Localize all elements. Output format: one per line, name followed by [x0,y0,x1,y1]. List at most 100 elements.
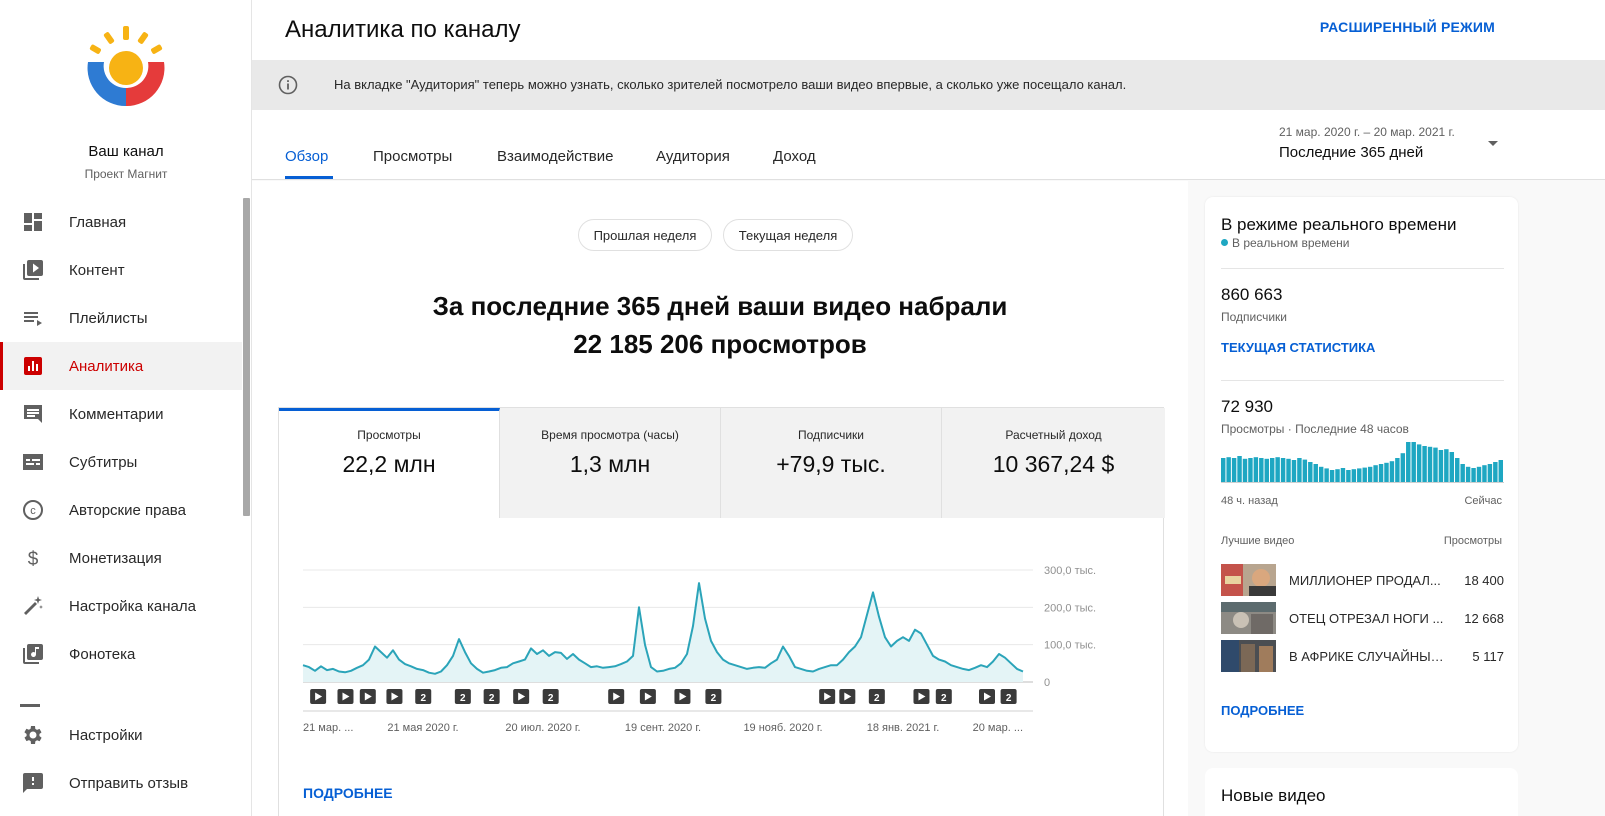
sidebar-item-comments[interactable]: Комментарии [0,390,242,438]
video-marker-stack[interactable]: 2 [542,689,559,704]
video-marker-play[interactable] [337,689,354,704]
metric-title: Расчетный доход [1005,428,1102,442]
more-button[interactable]: ПОДРОБНЕЕ [1221,703,1304,718]
realtime-bar [1280,458,1286,482]
realtime-bar [1324,468,1329,482]
sidebar-item-settings[interactable]: Настройки [0,711,242,759]
dashboard-icon [24,213,42,231]
metrics-card: Просмотры 22,2 млн Время просмотра (часы… [278,407,1165,816]
realtime-bar [1460,464,1465,482]
realtime-title: В режиме реального времени [1221,215,1457,234]
realtime-bar [1449,452,1455,482]
tab-engagement[interactable]: Взаимодействие [497,148,613,165]
sidebar-item-label: Комментарии [69,405,164,423]
sidebar-item-playlists[interactable]: Плейлисты [0,294,242,342]
video-marker-stack[interactable]: 2 [415,689,432,704]
realtime-views-label: Просмотры · Последние 48 часов [1221,422,1409,436]
video-marker-play[interactable] [913,689,930,704]
video-marker-play[interactable] [608,689,625,704]
metric-value: +79,9 тыс. [776,451,886,477]
video-marker-stack[interactable]: 2 [1000,689,1017,704]
video-marker-stack[interactable]: 2 [935,689,952,704]
realtime-bar [1367,466,1373,482]
metric-views[interactable]: Просмотры 22,2 млн [279,408,500,518]
video-marker-stack[interactable]: 2 [705,689,722,704]
tab-views[interactable]: Просмотры [373,148,452,165]
video-title: ОТЕЦ ОТРЕЗАЛ НОГИ ... [1289,611,1444,626]
advanced-mode-button[interactable]: РАСШИРЕННЫЙ РЕЖИМ [1320,19,1495,35]
sidebar-item-monetization[interactable]: $ Монетизация [0,534,242,582]
sidebar-item-feedback[interactable]: Отправить отзыв [0,759,242,807]
sidebar-item-customization[interactable]: Настройка канала [0,582,242,630]
last-week-button[interactable]: Прошлая неделя [578,219,712,251]
video-marker-stack[interactable]: 2 [483,689,500,704]
clipped-item-icon [20,704,40,707]
video-title: В АФРИКЕ СЛУЧАЙНЫЙ... [1289,649,1444,664]
sidebar-item-audio-library[interactable]: Фонотека [0,630,242,678]
sidebar-item-copyright[interactable]: c Авторские права [0,486,242,534]
marker-count: 2 [874,693,880,704]
headline-line-1: За последние 365 дней ваши видео набрали [432,291,1008,321]
date-range-label[interactable]: Последние 365 дней [1279,144,1423,161]
realtime-bar [1275,457,1280,482]
metric-watch-time[interactable]: Время просмотра (часы) 1,3 млн [500,408,721,518]
views-chart[interactable]: 300,0 тыс. 200,0 тыс. 100,0 тыс. 0 2 2 2 2 2 2 2 2 2… [279,518,1165,778]
realtime-bar [1329,470,1335,482]
marker-count: 2 [548,693,554,704]
video-marker-play[interactable] [310,689,327,704]
video-marker-stack[interactable]: 2 [868,689,885,704]
tab-overview[interactable]: Обзор [285,148,328,165]
current-week-button[interactable]: Текущая неделя [723,219,853,251]
realtime-bar [1335,469,1340,482]
video-marker-play[interactable] [386,689,403,704]
subscriber-label: Подписчики [1221,310,1288,324]
tab-audience[interactable]: Аудитория [656,148,730,165]
current-stats-button[interactable]: ТЕКУЩАЯ СТАТИСТИКА [1221,340,1375,355]
metric-title: Подписчики [797,428,864,442]
tabs-bar: Обзор Просмотры Взаимодействие Аудитория… [252,110,1605,180]
sidebar-item-subtitles[interactable]: Субтитры [0,438,242,486]
marker-count: 2 [420,693,426,704]
realtime-bar [1433,447,1438,482]
bar-end-label: Сейчас [1464,495,1502,507]
top-video-row[interactable]: ОТЕЦ ОТРЕЗАЛ НОГИ ... 12 668 [1221,602,1504,634]
top-video-row[interactable]: В АФРИКЕ СЛУЧАЙНЫЙ... 5 117 [1221,640,1504,672]
tab-revenue[interactable]: Доход [773,148,816,165]
more-button[interactable]: ПОДРОБНЕЕ [303,785,393,801]
sidebar-item-label: Фонотека [69,645,136,663]
top-videos-header: Лучшие видео [1221,535,1295,547]
chevron-down-icon[interactable] [1488,141,1498,146]
video-marker-play[interactable] [639,689,656,704]
realtime-bar [1411,442,1416,482]
bar-start-label: 48 ч. назад [1221,495,1278,507]
metric-revenue[interactable]: Расчетный доход 10 367,24 $ [942,408,1165,518]
video-library-icon [23,260,43,280]
sidebar-scrollbar[interactable] [243,198,250,516]
video-marker-play[interactable] [819,689,836,704]
sidebar-item-label: Отправить отзыв [69,774,189,792]
channel-subtitle: Проект Магнит [84,167,168,181]
top-video-row[interactable]: МИЛЛИОНЕР ПРОДАЛ... 18 400 [1221,564,1504,596]
sidebar-item-content[interactable]: Контент [0,246,242,294]
realtime-bar-chart[interactable] [1221,442,1504,487]
sidebar-item-label: Настройка канала [69,597,196,615]
sidebar-item-analytics[interactable]: Аналитика [0,342,242,390]
video-thumbnail [1221,602,1276,634]
x-tick-label: 19 нояб. 2020 г. [743,722,822,734]
video-marker-play[interactable] [513,689,530,704]
sidebar-item-dashboard[interactable]: Главная [0,198,242,246]
video-marker-play[interactable] [359,689,376,704]
subscriber-count: 860 663 [1221,285,1283,304]
realtime-bar [1286,458,1291,482]
video-marker-play[interactable] [674,689,691,704]
video-marker-play[interactable] [979,689,995,704]
metric-subscribers[interactable]: Подписчики +79,9 тыс. [721,408,942,518]
video-views: 12 668 [1464,611,1504,626]
headline-line-2: 22 185 206 просмотров [573,329,867,359]
video-marker-play[interactable] [839,689,856,704]
metric-value: 22,2 млн [342,451,436,477]
x-tick-label: 20 мар. ... [973,722,1023,734]
date-range-text[interactable]: 21 мар. 2020 г. – 20 мар. 2021 г. [1279,125,1455,139]
channel-logo[interactable] [82,24,170,112]
video-marker-stack[interactable]: 2 [454,689,471,704]
